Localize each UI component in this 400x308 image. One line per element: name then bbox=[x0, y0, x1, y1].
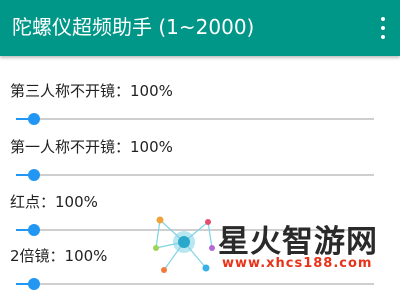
brand-logo-icon bbox=[153, 216, 215, 273]
setting-third-person-no-scope: 第三人称不开镜：100% bbox=[0, 81, 400, 143]
slider-thumb[interactable] bbox=[27, 169, 40, 181]
slider-thumb[interactable] bbox=[27, 224, 40, 236]
slider-track bbox=[16, 118, 374, 120]
setting-label: 红点：100% bbox=[10, 193, 98, 211]
app-title: 陀螺仪超频助手 (1~2000) bbox=[12, 15, 255, 39]
sensitivity-slider[interactable] bbox=[16, 168, 374, 182]
setting-label: 第三人称不开镜：100% bbox=[10, 82, 173, 100]
slider-track bbox=[16, 283, 374, 285]
setting-label: 2倍镜：100% bbox=[10, 247, 108, 265]
slider-thumb[interactable] bbox=[27, 113, 40, 125]
overflow-menu-icon[interactable] bbox=[378, 14, 388, 42]
sensitivity-slider[interactable] bbox=[16, 112, 374, 126]
setting-label: 第一人称不开镜：100% bbox=[10, 138, 173, 156]
watermark: 星火智游网 www.xhcs188.com bbox=[150, 212, 400, 277]
watermark-brand: 星火智游网 bbox=[218, 224, 378, 260]
setting-first-person-no-scope: 第一人称不开镜：100% bbox=[0, 137, 400, 199]
app-bar: 陀螺仪超频助手 (1~2000) bbox=[0, 0, 400, 56]
slider-thumb[interactable] bbox=[27, 278, 40, 290]
sensitivity-slider[interactable] bbox=[16, 277, 374, 291]
slider-track bbox=[16, 174, 374, 176]
watermark-site: www.xhcs188.com bbox=[222, 256, 373, 271]
